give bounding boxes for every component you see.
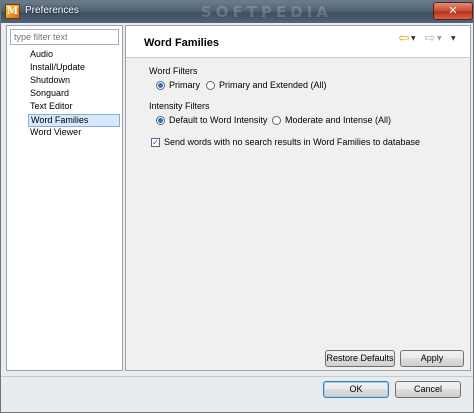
tree-item-shutdown[interactable]: Shutdown <box>28 75 120 88</box>
apply-button[interactable]: Apply <box>400 350 464 367</box>
restore-defaults-button[interactable]: Restore Defaults <box>325 350 395 367</box>
radio-primary-extended[interactable]: Primary and Extended (All) <box>206 79 327 91</box>
radio-moderate-intense-indicator[interactable] <box>272 115 281 125</box>
cancel-button[interactable]: Cancel <box>395 381 461 398</box>
radio-primary-extended-label: Primary and Extended (All) <box>219 80 327 90</box>
radio-moderate-intense[interactable]: Moderate and Intense (All) <box>272 114 391 126</box>
footer-divider <box>1 376 473 377</box>
send-words-option[interactable]: ✓ Send words with no search results in W… <box>151 136 420 148</box>
close-button[interactable]: ✕ <box>433 2 473 20</box>
app-logo-icon: M <box>5 4 20 19</box>
tree-item-text-editor[interactable]: Text Editor <box>28 101 120 114</box>
word-filters-group: Word Filters Primary Primary and Extende… <box>149 65 449 90</box>
view-menu-icon[interactable]: ▼ <box>451 33 461 45</box>
radio-primary-indicator[interactable] <box>156 80 165 90</box>
word-filters-label: Word Filters <box>149 66 198 76</box>
radio-primary[interactable]: Primary <box>156 79 200 91</box>
radio-primary-extended-indicator[interactable] <box>206 80 215 90</box>
preference-page: Word Families ⇦ ▼ ⇨ ▼ ▼ Word Filters Pri… <box>125 25 471 371</box>
radio-default-intensity-label: Default to Word Intensity <box>169 115 268 125</box>
forward-arrow-icon[interactable]: ⇨ <box>423 32 437 46</box>
back-dropdown-icon[interactable]: ▼ <box>411 33 419 45</box>
tree-item-audio[interactable]: Audio <box>28 49 120 62</box>
intensity-filters-group: Intensity Filters Default to Word Intens… <box>149 100 449 125</box>
tree-item-install-update[interactable]: Install/Update <box>28 62 120 75</box>
radio-moderate-intense-label: Moderate and Intense (All) <box>285 115 392 125</box>
send-words-checkbox[interactable]: ✓ <box>151 137 160 147</box>
ok-button[interactable]: OK <box>323 381 389 398</box>
filter-input[interactable] <box>10 29 119 45</box>
radio-primary-label: Primary <box>169 80 200 90</box>
preference-tree-panel: Audio Install/Update Shutdown Songuard T… <box>6 25 123 371</box>
watermark: SOFTPEDIA <box>201 3 332 21</box>
radio-default-intensity[interactable]: Default to Word Intensity <box>156 114 267 126</box>
forward-dropdown-icon[interactable]: ▼ <box>437 33 445 45</box>
preferences-window: M Preferences SOFTPEDIA ✕ Audio Install/… <box>0 0 474 413</box>
title-bar[interactable]: M Preferences SOFTPEDIA ✕ <box>1 1 473 23</box>
page-header: Word Families ⇦ ▼ ⇨ ▼ ▼ <box>126 26 470 58</box>
tree-item-word-viewer[interactable]: Word Viewer <box>28 127 120 140</box>
back-arrow-icon[interactable]: ⇦ <box>397 32 411 46</box>
page-title: Word Families <box>144 37 219 49</box>
tree-item-word-families[interactable]: Word Families <box>28 114 120 127</box>
radio-default-intensity-indicator[interactable] <box>156 115 165 125</box>
send-words-label: Send words with no search results in Wor… <box>164 137 420 147</box>
intensity-filters-label: Intensity Filters <box>149 101 210 111</box>
tree-item-songuard[interactable]: Songuard <box>28 88 120 101</box>
window-title: Preferences <box>25 5 79 16</box>
preference-tree: Audio Install/Update Shutdown Songuard T… <box>28 49 120 140</box>
close-icon: ✕ <box>448 4 458 17</box>
